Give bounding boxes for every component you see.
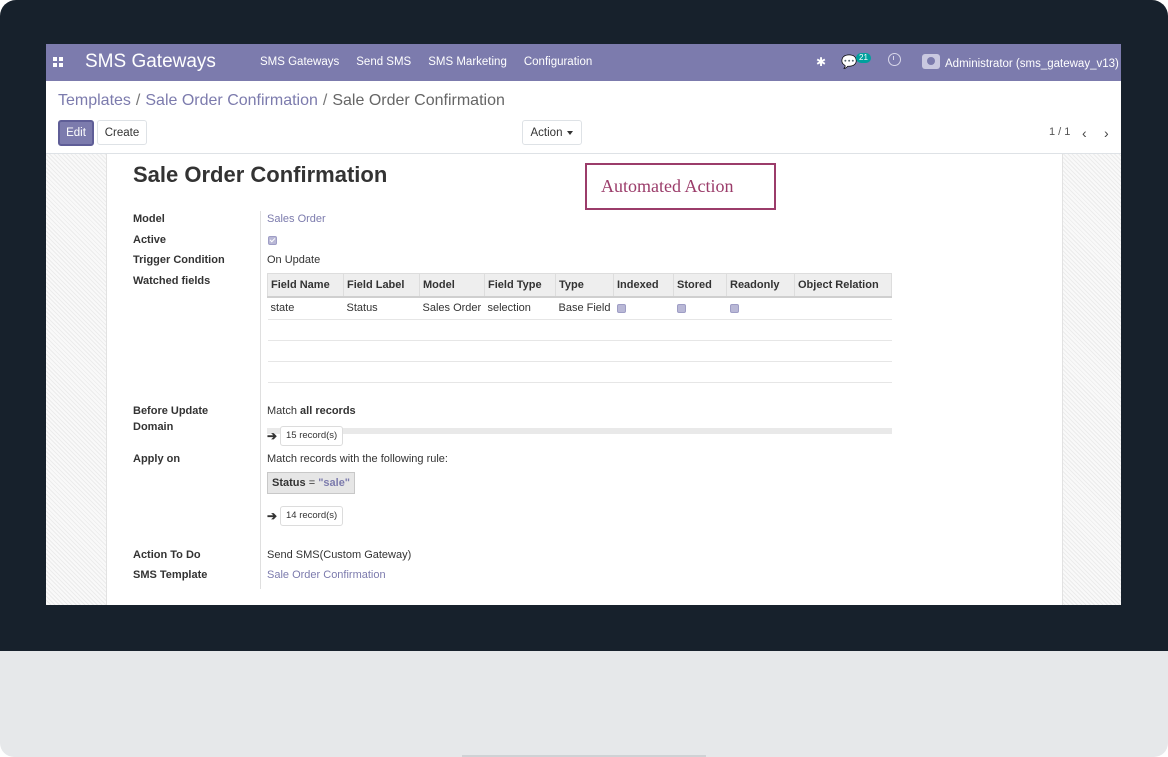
table-empty-row <box>267 340 892 362</box>
monitor-stand <box>0 651 1168 757</box>
rule-value: "sale" <box>318 477 351 489</box>
table-row[interactable]: state Status Sales Order selection Base … <box>267 296 892 320</box>
watched-fields-label: Watched fields <box>133 275 211 287</box>
debug-bug-icon[interactable]: ✱ <box>816 55 826 69</box>
cell-readonly <box>726 296 795 320</box>
table-empty-row <box>267 319 892 341</box>
breadcrumb-separator: / <box>135 92 141 109</box>
breadcrumb-templates[interactable]: Templates <box>58 92 131 109</box>
cell-field-name: state <box>267 296 344 320</box>
rule-operator: = <box>308 477 316 489</box>
before-records-button[interactable]: 15 record(s) <box>280 426 344 446</box>
user-menu[interactable]: Administrator (sms_gateway_v13) ▾ <box>945 56 1121 70</box>
column-header[interactable]: Readonly <box>726 273 795 298</box>
pager-value: 1 / 1 <box>1049 126 1071 138</box>
apps-menu-icon[interactable] <box>53 57 63 67</box>
column-header[interactable]: Indexed <box>613 273 674 298</box>
active-checkbox[interactable] <box>268 236 277 245</box>
rule-field: Status <box>272 477 306 489</box>
field-divider <box>260 211 261 589</box>
column-header[interactable]: Field Name <box>267 273 344 298</box>
table-header-row: Field Name Field Label Model Field Type … <box>267 273 892 298</box>
edit-button[interactable]: Edit <box>58 120 94 146</box>
readonly-checkbox <box>729 303 739 313</box>
breadcrumb: Templates / Sale Order Confirmation / Sale O… <box>58 92 505 110</box>
sms-template-label: SMS Template <box>133 569 208 581</box>
column-header[interactable]: Object Relation <box>794 273 892 298</box>
table-empty-row <box>267 361 892 383</box>
control-panel: Templates / Sale Order Confirmation / Sale O… <box>46 81 1121 154</box>
before-update-label: Before Update <box>133 405 209 417</box>
chat-count-badge: 21 <box>856 53 871 63</box>
apply-on-text: Match records with the following rule: <box>267 453 448 465</box>
arrow-right-icon: ➔ <box>267 429 278 443</box>
model-value[interactable]: Sales Order <box>267 213 326 225</box>
activity-clock-icon[interactable] <box>888 53 901 66</box>
chat-icon[interactable]: 💬 <box>841 54 857 70</box>
top-navbar: SMS Gateways SMS Gateways Send SMS SMS M… <box>46 44 1121 81</box>
menu-item-sms-marketing[interactable]: SMS Marketing <box>428 56 507 68</box>
column-header[interactable]: Stored <box>673 273 727 298</box>
action-label: Action <box>530 127 563 139</box>
action-to-do-label: Action To Do <box>133 549 201 561</box>
apply-records-button[interactable]: 14 record(s) <box>280 506 344 526</box>
column-header[interactable]: Type <box>555 273 614 298</box>
column-header[interactable]: Field Type <box>484 273 556 298</box>
user-name-label: Administrator (sms_gateway_v13) <box>945 58 1119 70</box>
domain-label: Domain <box>133 421 174 433</box>
model-label: Model <box>133 213 165 225</box>
active-label: Active <box>133 234 167 246</box>
chevron-left-icon[interactable]: ‹ <box>1082 125 1087 141</box>
cell-stored <box>673 296 727 320</box>
action-dropdown[interactable]: Action <box>522 120 582 145</box>
record-title: Sale Order Confirmation <box>133 162 388 187</box>
sms-template-value[interactable]: Sale Order Confirmation <box>267 569 386 581</box>
caret-down-icon <box>567 130 574 135</box>
before-domain-text: Match all records <box>267 405 356 417</box>
cell-type: Base Field <box>555 296 614 320</box>
menu-item-send-sms[interactable]: Send SMS <box>356 56 411 68</box>
form-sheet: Sale Order Confirmation Automated Action… <box>106 154 1063 605</box>
watched-fields-table: Field Name Field Label Model Field Type … <box>267 273 892 383</box>
main-menu: SMS Gateways Send SMS SMS Marketing Conf… <box>260 56 592 68</box>
action-to-do-value: Send SMS(Custom Gateway) <box>267 549 412 561</box>
cell-object-relation <box>794 296 892 320</box>
trigger-condition-label: Trigger Condition <box>133 254 225 266</box>
domain-rule-chip: Status = "sale" <box>267 472 356 494</box>
arrow-right-icon: ➔ <box>267 509 278 523</box>
app-brand[interactable]: SMS Gateways <box>85 51 216 73</box>
cell-field-label: Status <box>343 296 420 320</box>
column-header[interactable]: Model <box>419 273 485 298</box>
before-domain-prefix: Match <box>267 405 297 417</box>
menu-item-sms-gateways[interactable]: SMS Gateways <box>260 56 339 68</box>
annotation-box: Automated Action <box>585 163 776 210</box>
chevron-right-icon[interactable]: › <box>1104 125 1109 141</box>
apply-on-label: Apply on <box>133 453 181 465</box>
breadcrumb-current: Sale Order Confirmation <box>332 92 505 109</box>
breadcrumb-parent[interactable]: Sale Order Confirmation <box>145 92 318 109</box>
create-button[interactable]: Create <box>97 120 147 145</box>
before-domain-bold: all records <box>300 405 356 417</box>
cell-model: Sales Order <box>419 296 485 320</box>
stored-checkbox <box>676 303 686 313</box>
cell-indexed <box>613 296 674 320</box>
indexed-checkbox <box>616 303 626 313</box>
column-header[interactable]: Field Label <box>343 273 420 298</box>
app-screen: SMS Gateways SMS Gateways Send SMS SMS M… <box>46 44 1121 605</box>
trigger-condition-value: On Update <box>267 254 321 266</box>
cell-field-type: selection <box>484 296 556 320</box>
user-avatar[interactable] <box>922 54 940 69</box>
menu-item-configuration[interactable]: Configuration <box>524 56 592 68</box>
breadcrumb-separator: / <box>322 92 328 109</box>
table-footer <box>267 428 892 434</box>
